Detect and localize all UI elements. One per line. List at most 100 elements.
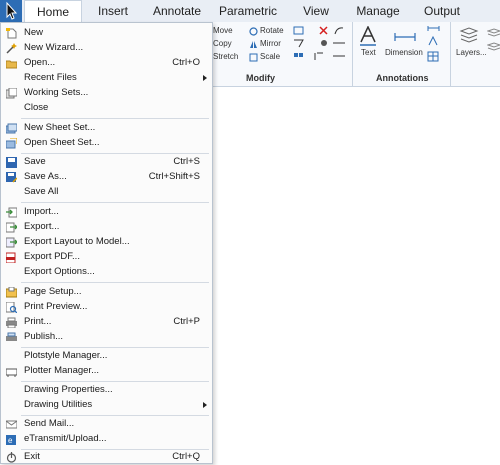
- menu-item-publish[interactable]: Publish...: [1, 330, 212, 345]
- menu-item-label: Close: [24, 102, 49, 113]
- menu-item-export-layout-to-model[interactable]: Export Layout to Model...: [1, 235, 212, 250]
- menu-item-label: Drawing Utilities: [24, 399, 93, 410]
- tab-view[interactable]: View: [292, 0, 340, 22]
- text-icon[interactable]: [359, 26, 377, 46]
- submenu-arrow-icon: [203, 402, 207, 408]
- tab-parametric[interactable]: Parametric: [213, 0, 283, 22]
- mirror-button[interactable]: Mirror: [260, 39, 281, 48]
- menu-item-open[interactable]: Open... Ctrl+O: [1, 56, 212, 71]
- tab-annotate[interactable]: Annotate: [146, 0, 208, 22]
- menu-item-export[interactable]: Export...: [1, 220, 212, 235]
- menu-item-label: Plotter Manager...: [24, 365, 99, 376]
- menu-item-export-pdf[interactable]: Export PDF...: [1, 250, 212, 265]
- menu-item-page-setup[interactable]: Page Setup...: [1, 285, 212, 300]
- open-folder-icon: [6, 60, 17, 69]
- move-button[interactable]: Move: [213, 26, 233, 35]
- print-icon: [6, 317, 17, 328]
- layers-icon[interactable]: [459, 26, 479, 44]
- menu-item-label: Open Sheet Set...: [24, 137, 100, 148]
- submenu-arrow-icon: [203, 75, 207, 81]
- menu-item-import[interactable]: Import...: [1, 205, 212, 220]
- layers-button-label[interactable]: Layers...: [456, 48, 487, 57]
- modify-tools-icon[interactable]: [293, 26, 351, 66]
- menu-item-label: Print Preview...: [24, 301, 88, 312]
- menu-item-label: Save: [24, 156, 46, 167]
- menu-item-label: Import...: [24, 206, 59, 217]
- menu-separator: [21, 381, 209, 382]
- tab-insert[interactable]: Insert: [86, 0, 140, 22]
- menu-item-send-mail[interactable]: Send Mail...: [1, 417, 212, 432]
- application-menu-button[interactable]: [0, 0, 22, 22]
- stretch-button[interactable]: Stretch: [213, 52, 238, 61]
- menu-item-save-as[interactable]: Save As... Ctrl+Shift+S: [1, 170, 212, 185]
- menu-item-label: Send Mail...: [24, 418, 75, 429]
- menu-item-label: New Wizard...: [24, 42, 84, 53]
- menu-item-shortcut: Ctrl+S: [173, 156, 200, 167]
- menu-item-save-all[interactable]: Save All: [1, 185, 212, 200]
- copy-button[interactable]: Copy: [213, 39, 232, 48]
- mirror-icon[interactable]: [249, 40, 258, 49]
- application-menu: New New Wizard... Open... Ctrl+O Recent …: [0, 22, 213, 464]
- menu-item-plotstyle-manager[interactable]: Plotstyle Manager...: [1, 349, 212, 364]
- menu-item-exit[interactable]: Exit Ctrl+Q: [1, 450, 212, 465]
- tab-home[interactable]: Home: [24, 0, 82, 23]
- scale-button[interactable]: Scale: [260, 52, 280, 61]
- menu-item-label: Save As...: [24, 171, 67, 182]
- menu-item-working-sets[interactable]: Working Sets...: [1, 86, 212, 101]
- mouse-cursor-icon: [6, 1, 18, 20]
- menu-separator: [21, 118, 209, 119]
- menu-item-label: Save All: [24, 186, 59, 197]
- plotter-icon: [6, 368, 17, 377]
- dimension-button-label[interactable]: Dimension: [385, 48, 423, 57]
- menu-item-label: Print...: [24, 316, 52, 327]
- menu-item-label: eTransmit/Upload...: [24, 433, 107, 444]
- menu-item-plotter-manager[interactable]: Plotter Manager...: [1, 364, 212, 379]
- svg-text:e: e: [8, 436, 13, 445]
- panel-divider: [450, 22, 451, 86]
- pdf-icon: [6, 252, 16, 263]
- menu-item-new-wizard[interactable]: New Wizard...: [1, 41, 212, 56]
- menu-item-shortcut: Ctrl+Q: [172, 451, 200, 462]
- wizard-icon: [6, 43, 17, 54]
- tab-manage[interactable]: Manage: [348, 0, 408, 22]
- menu-item-drawing-utilities[interactable]: Drawing Utilities: [1, 398, 212, 413]
- menu-item-open-sheet-set[interactable]: Open Sheet Set...: [1, 136, 212, 151]
- menu-item-drawing-properties[interactable]: Drawing Properties...: [1, 383, 212, 398]
- new-file-icon: [6, 28, 17, 39]
- menu-item-label: New: [24, 27, 44, 38]
- menu-item-new[interactable]: New: [1, 26, 212, 41]
- menu-item-shortcut: Ctrl+Shift+S: [148, 171, 200, 182]
- menu-item-etransmit-upload[interactable]: e eTransmit/Upload...: [1, 432, 212, 447]
- working-sets-icon: [6, 88, 17, 99]
- menu-item-print-preview[interactable]: Print Preview...: [1, 300, 212, 315]
- scale-icon[interactable]: [249, 53, 258, 62]
- rotate-button[interactable]: Rotate: [260, 26, 284, 35]
- layer-tools-icon[interactable]: [487, 26, 500, 62]
- page-setup-icon: [6, 287, 17, 298]
- save-icon: [6, 157, 17, 168]
- menu-item-recent-files[interactable]: Recent Files: [1, 71, 212, 86]
- dimension-icon[interactable]: [394, 32, 416, 42]
- menu-item-label: Drawing Properties...: [24, 384, 113, 395]
- menu-item-label: Export...: [24, 221, 60, 232]
- menu-item-close[interactable]: Close: [1, 101, 212, 116]
- menu-separator: [21, 202, 209, 203]
- menu-item-label: Recent Files: [24, 72, 77, 83]
- menu-item-new-sheet-set[interactable]: New Sheet Set...: [1, 121, 212, 136]
- tab-output[interactable]: Output: [414, 0, 470, 22]
- menu-item-label: Plotstyle Manager...: [24, 350, 108, 361]
- menu-item-label: Working Sets...: [24, 87, 89, 98]
- menu-item-print[interactable]: Print... Ctrl+P: [1, 315, 212, 330]
- panel-divider: [352, 22, 353, 86]
- menu-separator: [21, 347, 209, 348]
- save-as-icon: [6, 172, 17, 183]
- menu-item-label: Publish...: [24, 331, 64, 342]
- menu-item-save[interactable]: Save Ctrl+S: [1, 155, 212, 170]
- sheet-set-icon: [6, 123, 17, 134]
- menu-item-export-options[interactable]: Export Options...: [1, 265, 212, 280]
- rotate-icon[interactable]: [249, 27, 258, 36]
- etransmit-icon: e: [6, 435, 16, 445]
- annotation-tools-icon[interactable]: [427, 25, 447, 63]
- menu-item-label: Export Layout to Model...: [24, 236, 130, 247]
- text-button-label[interactable]: Text: [361, 48, 376, 57]
